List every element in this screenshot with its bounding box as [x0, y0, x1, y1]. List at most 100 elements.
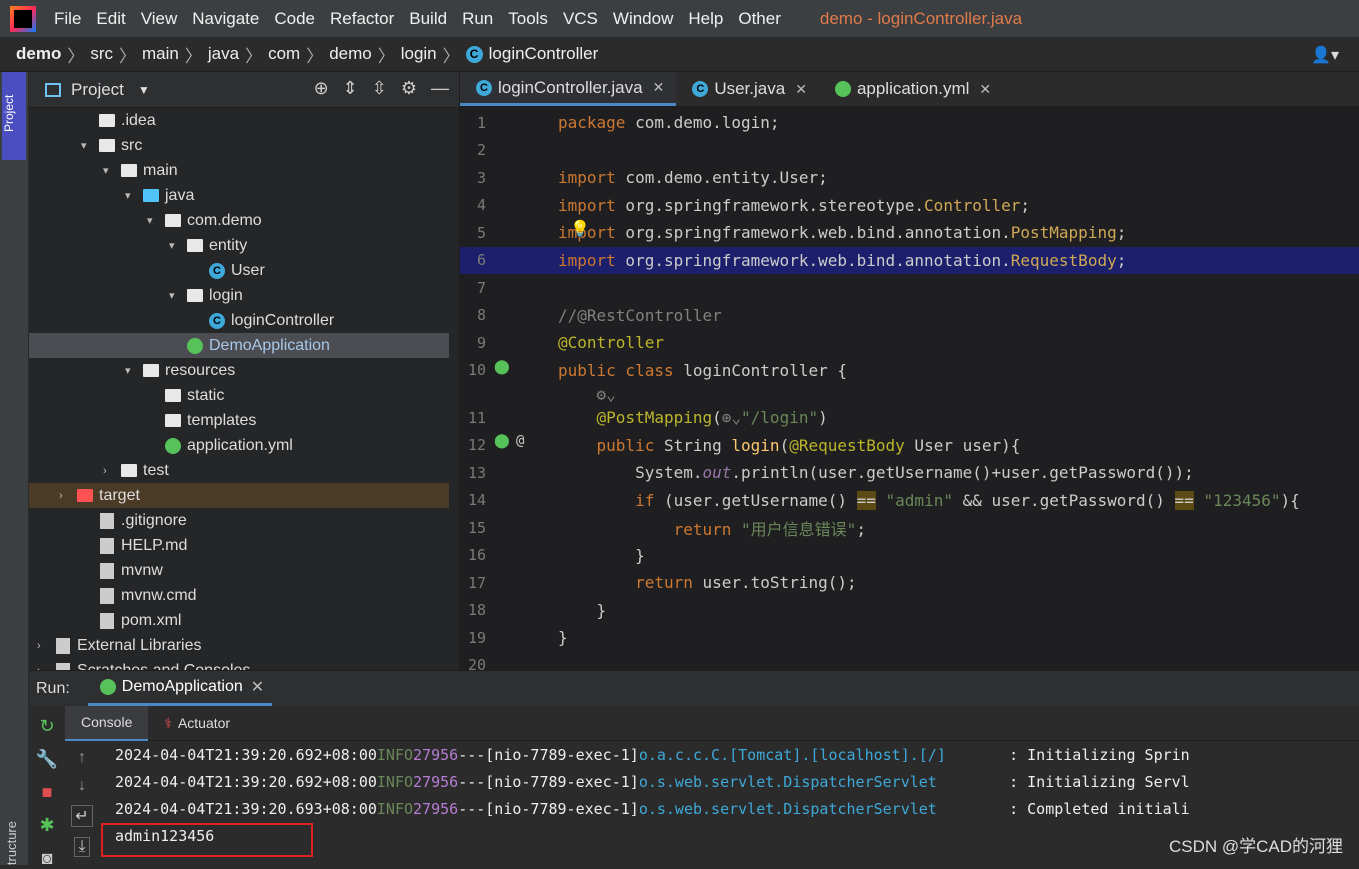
- tree-item[interactable]: HELP.md: [29, 533, 449, 558]
- tree-item[interactable]: C User: [29, 258, 449, 283]
- code-line[interactable]: 20: [460, 652, 1359, 670]
- tree-item[interactable]: mvnw.cmd: [29, 583, 449, 608]
- menu-help[interactable]: Help: [688, 9, 723, 29]
- menu-view[interactable]: View: [141, 9, 178, 29]
- menu-other[interactable]: Other: [738, 9, 781, 29]
- user-account-icon[interactable]: 👤▾: [1311, 45, 1339, 65]
- code-line[interactable]: 6 import org.springframework.web.bind.ann…: [460, 246, 1359, 274]
- scroll-to-end-icon[interactable]: ⤓: [74, 837, 90, 857]
- tree-item[interactable]: ▾ src: [29, 133, 449, 158]
- code-line[interactable]: 10 public class loginController {: [460, 357, 1359, 385]
- tree-item[interactable]: .idea: [29, 108, 449, 133]
- menu-refactor[interactable]: Refactor: [330, 9, 394, 29]
- debug-icon[interactable]: ✱: [39, 815, 54, 836]
- menu-file[interactable]: File: [54, 9, 81, 29]
- code-line[interactable]: 12 public String login(@RequestBody User…: [460, 432, 1359, 460]
- tree-item[interactable]: .gitignore: [29, 508, 449, 533]
- tree-item[interactable]: › test: [29, 458, 449, 483]
- code-editor[interactable]: 20 19} 18 } 17 return user.toString(); 16 } 1…: [460, 107, 1359, 670]
- tree-item[interactable]: › target: [29, 483, 449, 508]
- code-line[interactable]: 17 return user.toString();: [460, 569, 1359, 597]
- breadcrumb-item[interactable]: com: [268, 44, 300, 64]
- menu-run[interactable]: Run: [462, 9, 493, 29]
- bean-gutter-icon[interactable]: ⬤: [494, 433, 510, 449]
- code-line[interactable]: 5 import org.springframework.web.bind.ann…: [460, 219, 1359, 247]
- tab-console[interactable]: Console: [65, 705, 149, 741]
- rerun-icon[interactable]: ↻: [39, 716, 54, 737]
- code-line[interactable]: 13 System.out.println(user.getUsername()…: [460, 459, 1359, 487]
- menu-build[interactable]: Build: [409, 9, 447, 29]
- code-line[interactable]: 7: [460, 274, 1359, 302]
- tree-item[interactable]: ▾ main: [29, 158, 449, 183]
- tree-item[interactable]: ▾ login: [29, 283, 449, 308]
- code-line[interactable]: 11 @PostMapping(⊕⌄"/login"): [460, 404, 1359, 432]
- tree-item[interactable]: templates: [29, 408, 449, 433]
- close-icon[interactable]: ✕: [251, 677, 264, 697]
- editor-tab[interactable]: application.yml ✕: [819, 72, 1003, 106]
- locate-icon[interactable]: ⊕: [314, 78, 329, 99]
- stop-icon[interactable]: ■: [42, 782, 53, 803]
- code-line[interactable]: 15 return "用户信息错误";: [460, 514, 1359, 542]
- menu-tools[interactable]: Tools: [508, 9, 548, 29]
- tree-item[interactable]: DemoApplication: [29, 333, 449, 358]
- editor-tab[interactable]: C User.java ✕: [676, 72, 819, 106]
- close-icon[interactable]: ✕: [979, 81, 991, 98]
- code-line[interactable]: 1 package com.demo.login;: [460, 109, 1359, 137]
- tree-item[interactable]: application.yml: [29, 433, 449, 458]
- code-line[interactable]: 18 }: [460, 597, 1359, 625]
- tree-item[interactable]: mvnw: [29, 558, 449, 583]
- close-icon[interactable]: ✕: [795, 81, 807, 98]
- code-line[interactable]: 3 import com.demo.entity.User;: [460, 164, 1359, 192]
- arrow-up-icon[interactable]: ↑: [78, 749, 86, 767]
- soft-wrap-icon[interactable]: ↵: [71, 805, 93, 827]
- chevron-right-icon[interactable]: ›: [37, 640, 51, 652]
- breadcrumb-item[interactable]: main: [142, 44, 179, 64]
- code-line[interactable]: 16 }: [460, 542, 1359, 570]
- breadcrumb-item[interactable]: demo: [16, 44, 61, 64]
- at-gutter-icon[interactable]: @: [516, 433, 524, 449]
- code-line[interactable]: ⚙⌄: [460, 384, 1359, 404]
- chevron-down-icon[interactable]: ▾: [125, 364, 139, 377]
- chevron-down-icon[interactable]: ▾: [169, 289, 183, 302]
- chevron-down-icon[interactable]: ▾: [125, 189, 139, 202]
- editor-tab[interactable]: CloginController.java ✕: [460, 72, 677, 106]
- code-line[interactable]: 9 @Controller: [460, 329, 1359, 357]
- breadcrumb-item[interactable]: demo: [329, 44, 372, 64]
- breadcrumb-item[interactable]: src: [90, 44, 113, 64]
- lightbulb-icon[interactable]: 💡: [570, 219, 590, 238]
- chevron-down-icon[interactable]: ▼: [138, 83, 150, 97]
- expand-all-icon[interactable]: ⇕: [343, 78, 358, 99]
- breadcrumb-item[interactable]: login: [401, 44, 437, 64]
- tree-item[interactable]: › External Libraries: [29, 633, 449, 658]
- project-tool-tab[interactable]: Project: [2, 72, 26, 160]
- menu-vcs[interactable]: VCS: [563, 9, 598, 29]
- chevron-right-icon[interactable]: ›: [59, 490, 73, 502]
- chevron-down-icon[interactable]: ▾: [169, 239, 183, 252]
- wrench-icon[interactable]: 🔧: [36, 749, 58, 770]
- menu-code[interactable]: Code: [274, 9, 315, 29]
- tree-item[interactable]: ▾ entity: [29, 233, 449, 258]
- hide-icon[interactable]: —: [431, 78, 449, 99]
- gear-icon[interactable]: ⚙: [401, 78, 417, 99]
- tree-item[interactable]: ▾ com.demo: [29, 208, 449, 233]
- camera-icon[interactable]: ◙: [42, 848, 53, 869]
- project-view-selector[interactable]: Project: [71, 80, 124, 100]
- bean-gutter-icon[interactable]: ⬤: [494, 359, 510, 375]
- structure-tool-tab[interactable]: tructure: [4, 821, 19, 865]
- breadcrumb-item[interactable]: java: [208, 44, 239, 64]
- code-line[interactable]: 14 if (user.getUsername() == "admin" && …: [460, 487, 1359, 515]
- chevron-down-icon[interactable]: ▾: [103, 164, 117, 177]
- run-tab-demoapplication[interactable]: DemoApplication ✕: [87, 671, 273, 706]
- intellij-logo-icon[interactable]: [10, 5, 36, 32]
- tree-item[interactable]: ▾ resources: [29, 358, 449, 383]
- tree-item[interactable]: pom.xml: [29, 608, 449, 633]
- menu-navigate[interactable]: Navigate: [192, 9, 259, 29]
- code-line[interactable]: 2: [460, 137, 1359, 165]
- menu-window[interactable]: Window: [613, 9, 673, 29]
- chevron-down-icon[interactable]: ▾: [81, 139, 95, 152]
- tree-item[interactable]: CloginController: [29, 308, 449, 333]
- collapse-all-icon[interactable]: ⇳: [372, 78, 387, 99]
- arrow-down-icon[interactable]: ↓: [78, 777, 86, 795]
- tree-item[interactable]: ▾ java: [29, 183, 449, 208]
- chevron-right-icon[interactable]: ›: [103, 465, 117, 477]
